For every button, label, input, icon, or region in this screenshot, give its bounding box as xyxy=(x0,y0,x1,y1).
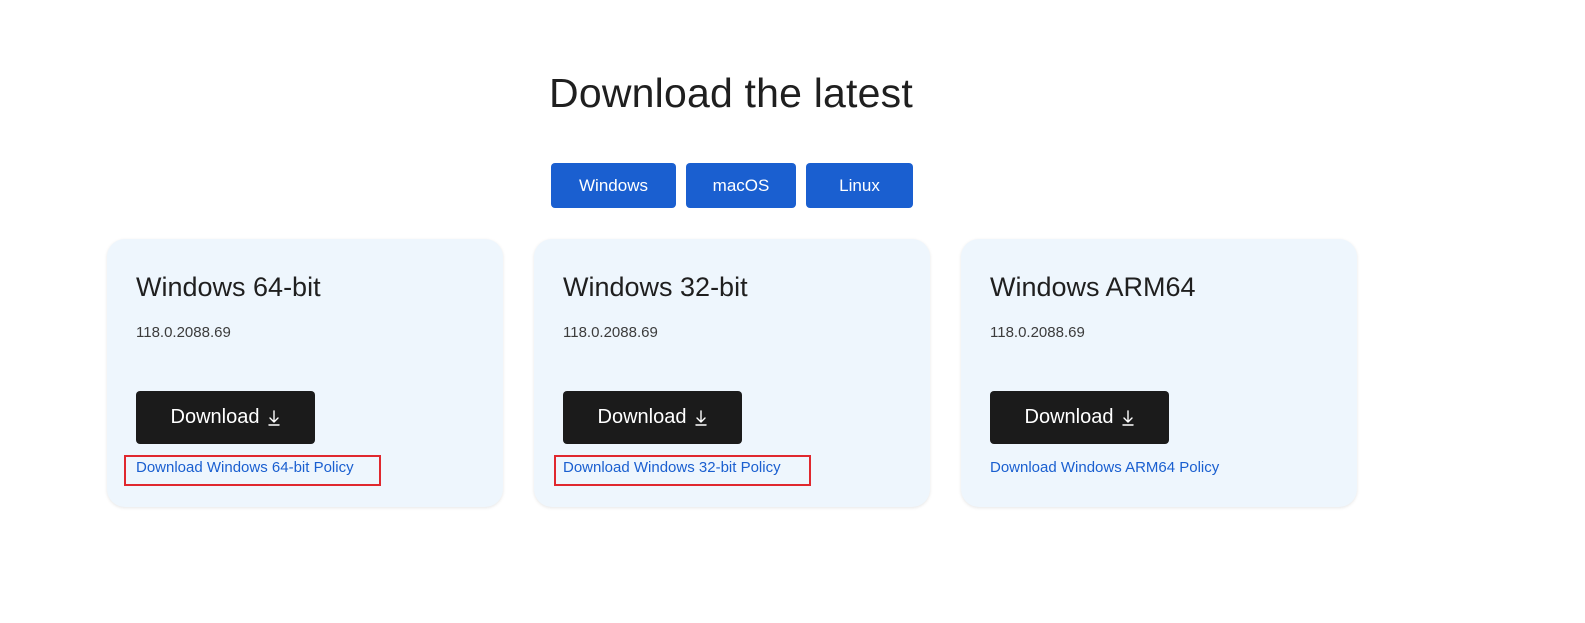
card-version: 118.0.2088.69 xyxy=(563,324,658,341)
page-title: Download the latest xyxy=(549,70,913,116)
download-card-windows-arm64: Windows ARM64 118.0.2088.69 Download Dow… xyxy=(961,239,1357,507)
download-arrow-icon xyxy=(695,409,708,426)
card-title: Windows 64-bit xyxy=(136,272,321,302)
download-page: Download the latest Windows macOS Linux … xyxy=(0,0,1585,623)
download-arrow-icon xyxy=(268,409,281,426)
download-button-label: Download xyxy=(1024,406,1114,428)
download-button-label: Download xyxy=(597,406,687,428)
card-version: 118.0.2088.69 xyxy=(990,324,1085,341)
platform-tabs: Windows macOS Linux xyxy=(551,163,913,208)
card-title: Windows ARM64 xyxy=(990,272,1196,302)
tab-macos[interactable]: macOS xyxy=(686,163,796,208)
download-arrow-icon xyxy=(1122,409,1135,426)
policy-download-link[interactable]: Download Windows 64-bit Policy xyxy=(136,459,354,476)
policy-download-link[interactable]: Download Windows 32-bit Policy xyxy=(563,459,781,476)
download-button[interactable]: Download xyxy=(990,391,1169,444)
tab-windows[interactable]: Windows xyxy=(551,163,676,208)
download-card-windows-32bit: Windows 32-bit 118.0.2088.69 Download Do… xyxy=(534,239,930,507)
tab-linux[interactable]: Linux xyxy=(806,163,913,208)
card-title: Windows 32-bit xyxy=(563,272,748,302)
policy-download-link[interactable]: Download Windows ARM64 Policy xyxy=(990,459,1219,476)
card-version: 118.0.2088.69 xyxy=(136,324,231,341)
download-button-label: Download xyxy=(170,406,260,428)
download-button[interactable]: Download xyxy=(136,391,315,444)
download-button[interactable]: Download xyxy=(563,391,742,444)
download-card-windows-64bit: Windows 64-bit 118.0.2088.69 Download Do… xyxy=(107,239,503,507)
